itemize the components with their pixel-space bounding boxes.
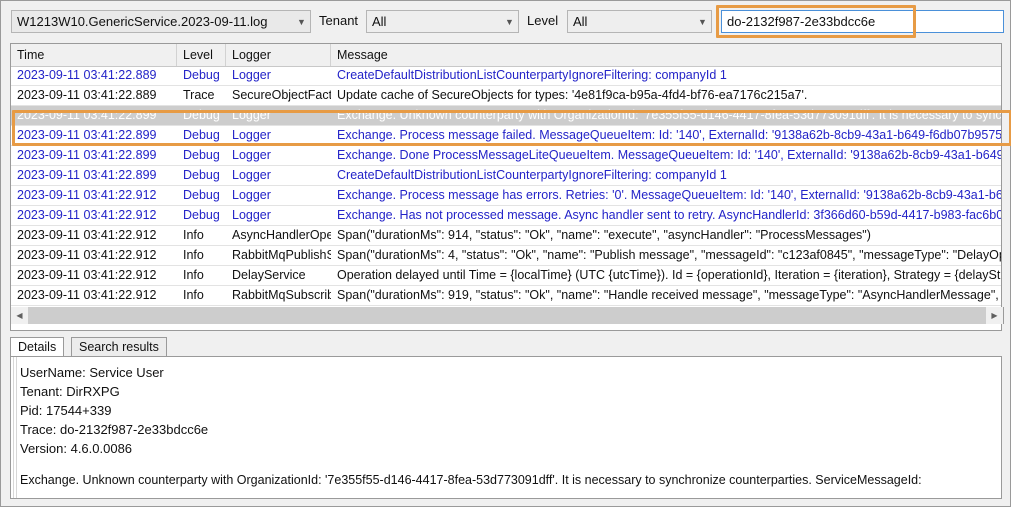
cell-message: Exchange. Unknown counterparty with Orga… [331,106,1002,125]
cell-logger: DelayService [226,266,331,285]
tenant-select-value: All [367,11,501,32]
grid-horizontal-scrollbar[interactable]: ◀ ▶ [10,307,1004,324]
column-header-message[interactable]: Message [331,44,1002,66]
cell-level: Debug [177,146,226,165]
cell-level: Info [177,286,226,305]
cell-level: Debug [177,66,226,85]
cell-time: 2023-09-11 03:41:22.912 [11,226,177,245]
search-field-wrapper [721,10,1004,33]
table-row[interactable]: 2023-09-11 03:41:22.889TraceSecureObject… [11,86,1002,106]
cell-logger: Logger [226,126,331,145]
cell-time: 2023-09-11 03:41:22.889 [11,86,177,105]
table-row[interactable]: 2023-09-11 03:41:22.899DebugLoggerExchan… [11,146,1002,166]
bottom-tabstrip: Details Search results [10,337,1002,356]
table-row[interactable]: 2023-09-11 03:41:22.912DebugLoggerExchan… [11,206,1002,226]
detail-message: Exchange. Unknown counterparty with Orga… [20,471,1001,489]
scrollbar-thumb[interactable] [28,307,986,324]
cell-level: Debug [177,126,226,145]
table-row[interactable]: 2023-09-11 03:41:22.912InfoRabbitMqSubsc… [11,286,1002,306]
cell-logger: Logger [226,186,331,205]
table-row[interactable]: 2023-09-11 03:41:22.912InfoAsyncHandlerO… [11,226,1002,246]
cell-logger: AsyncHandlerOpe [226,226,331,245]
cell-time: 2023-09-11 03:41:22.889 [11,66,177,85]
details-spacer [20,458,1001,471]
cell-logger: Logger [226,66,331,85]
cell-message: Update cache of SecureObjects for types:… [331,86,1002,105]
chevron-right-icon[interactable]: ▶ [986,307,1003,324]
detail-pid: Pid: 17544+339 [20,401,1001,420]
log-viewer-window: W1213W10.GenericService.2023-09-11.log ▼… [0,0,1011,507]
cell-level: Debug [177,106,226,125]
cell-logger: Logger [226,106,331,125]
cell-time: 2023-09-11 03:41:22.912 [11,286,177,305]
cell-level: Info [177,226,226,245]
cell-message: CreateDefaultDistributionListCounterpart… [331,66,1002,85]
detail-username: UserName: Service User [20,363,1001,382]
column-header-level[interactable]: Level [177,44,226,66]
table-row[interactable]: 2023-09-11 03:41:22.899DebugLoggerExchan… [11,126,1002,146]
cell-message: Span("durationMs": 4, "status": "Ok", "n… [331,246,1002,265]
cell-logger: Logger [226,166,331,185]
cell-message: Exchange. Process message has errors. Re… [331,186,1002,205]
table-row[interactable]: 2023-09-11 03:41:22.899DebugLoggerCreate… [11,166,1002,186]
tab-search-results[interactable]: Search results [71,337,167,356]
chevron-down-icon: ▼ [501,11,518,32]
table-row[interactable]: 2023-09-11 03:41:22.899DebugLoggerExchan… [11,106,1002,126]
details-gutter-line-1 [13,357,14,499]
log-grid: Time Level Logger Message 2023-09-11 03:… [10,43,1002,331]
log-file-select[interactable]: W1213W10.GenericService.2023-09-11.log ▼ [11,10,311,33]
cell-time: 2023-09-11 03:41:22.899 [11,126,177,145]
level-label: Level [527,13,558,28]
table-row[interactable]: 2023-09-11 03:41:22.912InfoRabbitMqPubli… [11,246,1002,266]
cell-time: 2023-09-11 03:41:22.899 [11,106,177,125]
cell-time: 2023-09-11 03:41:22.912 [11,186,177,205]
cell-logger: Logger [226,146,331,165]
cell-time: 2023-09-11 03:41:22.912 [11,266,177,285]
cell-level: Debug [177,186,226,205]
cell-time: 2023-09-11 03:41:22.912 [11,206,177,225]
cell-level: Debug [177,206,226,225]
cell-logger: SecureObjectFactc [226,86,331,105]
cell-level: Debug [177,166,226,185]
grid-header-row: Time Level Logger Message [11,44,1002,67]
detail-trace: Trace: do-2132f987-2e33bdcc6e [20,420,1001,439]
cell-time: 2023-09-11 03:41:22.899 [11,146,177,165]
cell-logger: Logger [226,206,331,225]
column-header-logger[interactable]: Logger [226,44,331,66]
cell-level: Info [177,266,226,285]
cell-logger: RabbitMqPublishS [226,246,331,265]
level-select-value: All [568,11,694,32]
cell-level: Info [177,246,226,265]
chevron-down-icon: ▼ [694,11,711,32]
cell-time: 2023-09-11 03:41:22.899 [11,166,177,185]
cell-message: Exchange. Process message failed. Messag… [331,126,1002,145]
cell-time: 2023-09-11 03:41:22.912 [11,246,177,265]
detail-tenant: Tenant: DirRXPG [20,382,1001,401]
tenant-label: Tenant [319,13,358,28]
cell-message: CreateDefaultDistributionListCounterpart… [331,166,1002,185]
cell-logger: RabbitMqSubscrib [226,286,331,305]
cell-message: Span("durationMs": 914, "status": "Ok", … [331,226,1002,245]
column-header-time[interactable]: Time [11,44,177,66]
cell-message: Exchange. Done ProcessMessageLiteQueueIt… [331,146,1002,165]
search-input[interactable] [721,10,1004,33]
table-row[interactable]: 2023-09-11 03:41:22.912InfoDelayServiceO… [11,266,1002,286]
cell-level: Trace [177,86,226,105]
cell-message: Operation delayed until Time = {localTim… [331,266,1002,285]
table-row[interactable]: 2023-09-11 03:41:22.912DebugLoggerExchan… [11,186,1002,206]
log-file-select-value: W1213W10.GenericService.2023-09-11.log [12,11,293,32]
details-gutter-line-2 [16,357,17,499]
tab-details[interactable]: Details [10,337,64,357]
details-panel[interactable]: UserName: Service User Tenant: DirRXPG P… [10,356,1002,499]
toolbar: W1213W10.GenericService.2023-09-11.log ▼… [1,1,1010,42]
detail-version: Version: 4.6.0.0086 [20,439,1001,458]
tenant-select[interactable]: All ▼ [366,10,519,33]
level-select[interactable]: All ▼ [567,10,712,33]
chevron-down-icon: ▼ [293,11,310,32]
cell-message: Exchange. Has not processed message. Asy… [331,206,1002,225]
chevron-left-icon[interactable]: ◀ [11,307,28,324]
cell-message: Span("durationMs": 919, "status": "Ok", … [331,286,1002,305]
table-row[interactable]: 2023-09-11 03:41:22.889DebugLoggerCreate… [11,66,1002,86]
grid-body: 2023-09-11 03:41:22.889DebugLoggerCreate… [11,66,1002,331]
